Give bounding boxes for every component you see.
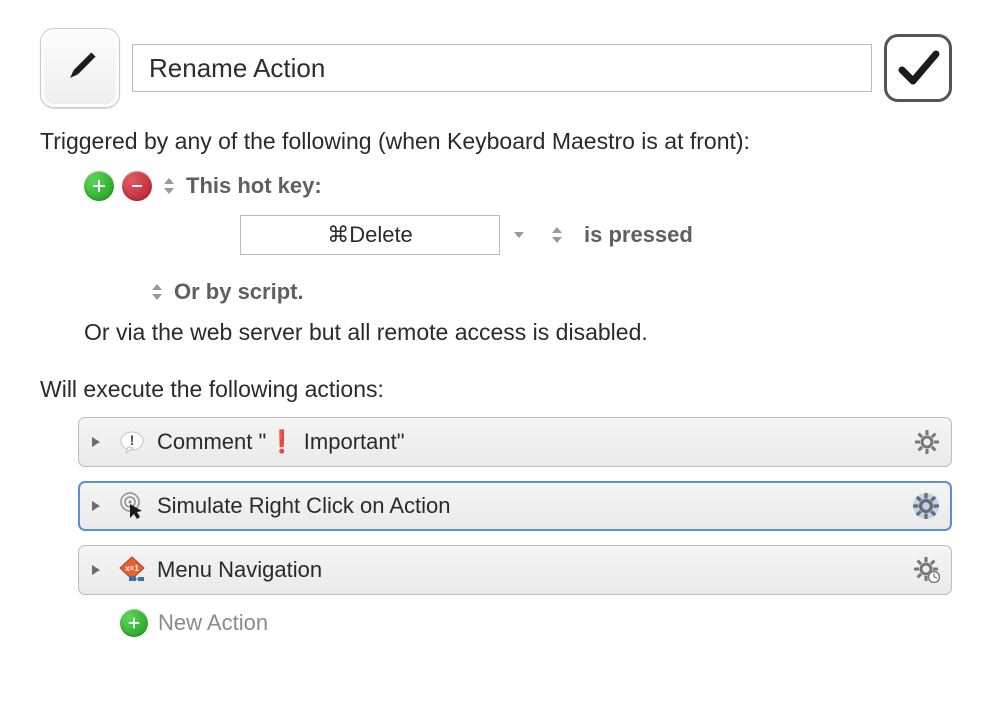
gear-icon [914,429,940,455]
web-server-label: Or via the web server but all remote acc… [40,319,952,346]
gear-icon [912,492,940,520]
triangle-right-icon [89,435,103,449]
is-pressed-label: is pressed [584,222,693,248]
svg-text:x=1: x=1 [125,564,139,573]
action-title: Simulate Right Click on Action [157,493,902,519]
action-row-simulate-click[interactable]: Simulate Right Click on Action [78,481,952,531]
disclosure-triangle[interactable] [89,435,107,449]
hotkey-dropdown[interactable] [510,230,528,240]
action-row-comment[interactable]: ! Comment "❗ Important" [78,417,952,467]
gear-clock-icon [914,557,940,583]
hotkey-field[interactable]: ⌘Delete [240,215,500,255]
action-gear-button[interactable] [912,492,940,520]
trigger-type-stepper[interactable] [160,174,178,198]
enabled-checkbox[interactable] [884,34,952,102]
hotkey-value: ⌘Delete [327,222,413,248]
pressed-stepper[interactable] [548,223,566,247]
checkmark-icon [896,46,940,90]
disclosure-triangle[interactable] [89,499,107,513]
action-title: Comment "❗ Important" [157,429,903,455]
exclamation-icon: ❗ [266,429,297,454]
comment-action-icon: ! [117,427,147,457]
action-title: Menu Navigation [157,557,903,583]
svg-text:!: ! [130,432,135,448]
stepper-up-down-icon [550,225,564,245]
pencil-icon [60,48,100,88]
add-trigger-button[interactable] [84,171,114,201]
triangle-right-icon [89,499,103,513]
remove-trigger-button[interactable] [122,171,152,201]
new-action-label[interactable]: New Action [158,610,268,636]
trigger-header-label: Triggered by any of the following (when … [40,128,952,155]
action-gear-button[interactable] [913,556,941,584]
macro-icon-button[interactable] [40,28,120,108]
chevron-down-icon [512,230,526,240]
will-execute-label: Will execute the following actions: [40,376,952,403]
plus-icon [91,178,107,194]
stepper-up-down-icon [150,282,164,302]
hotkey-trigger-label: This hot key: [186,173,322,199]
macro-title-input[interactable] [132,44,872,92]
click-action-icon [117,491,147,521]
stepper-up-down-icon [162,176,176,196]
plus-icon [127,616,141,630]
minus-icon [129,178,145,194]
add-action-button[interactable] [120,609,148,637]
action-gear-button[interactable] [913,428,941,456]
action-row-menu-navigation[interactable]: x=1 Menu Navigation [78,545,952,595]
group-action-icon: x=1 [117,555,147,585]
or-by-script-label: Or by script. [174,279,304,305]
disclosure-triangle[interactable] [89,563,107,577]
script-trigger-stepper[interactable] [148,280,166,304]
triangle-right-icon [89,563,103,577]
